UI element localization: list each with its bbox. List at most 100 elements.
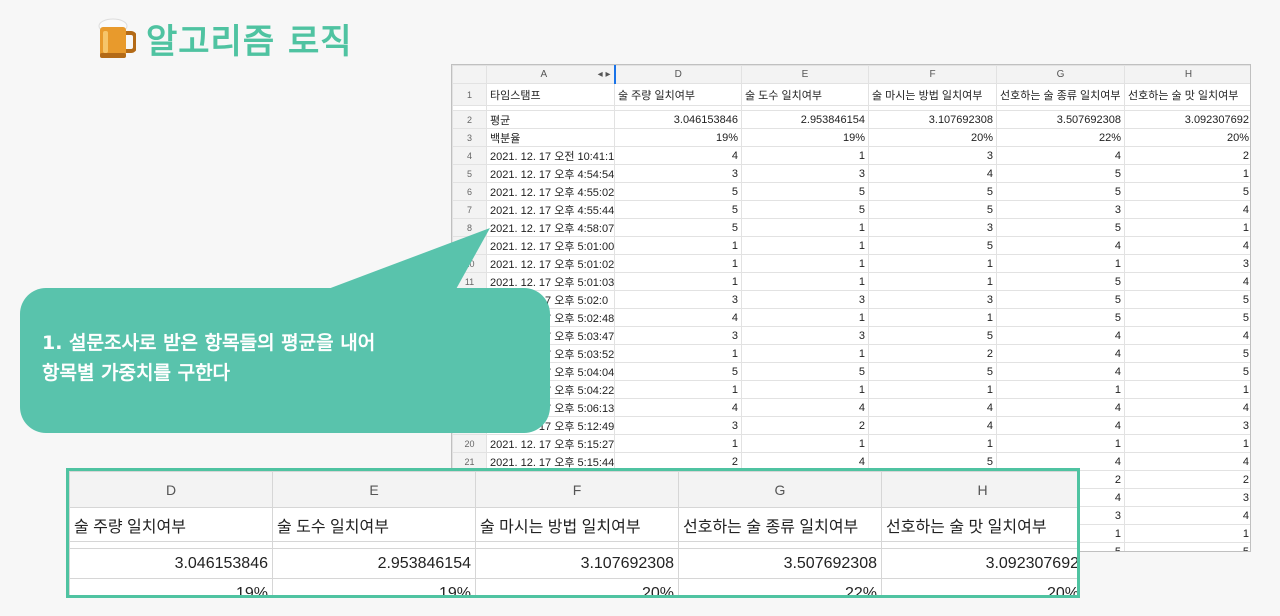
cell[interactable]: 3 xyxy=(1124,416,1250,435)
cell[interactable]: 1 xyxy=(1124,524,1250,543)
cell[interactable]: 1 xyxy=(996,434,1125,453)
row-number[interactable]: 7 xyxy=(452,200,487,219)
cell[interactable]: 19% xyxy=(741,128,869,147)
cell[interactable]: 1 xyxy=(1124,380,1250,399)
cell[interactable]: 1 xyxy=(741,254,869,273)
cell[interactable]: 2021. 12. 17 오후 5:01:02 xyxy=(486,254,615,273)
column-header-h[interactable]: H xyxy=(1124,65,1250,84)
cell[interactable]: 1 xyxy=(741,344,869,363)
column-header-f[interactable]: F xyxy=(868,65,997,84)
row-number[interactable]: 5 xyxy=(452,164,487,183)
cell[interactable]: 선호하는 술 종류 일치여부 xyxy=(996,83,1125,106)
cell[interactable]: 5 xyxy=(1124,362,1250,381)
cell[interactable]: 3 xyxy=(741,326,869,345)
cell[interactable]: 4 xyxy=(996,362,1125,381)
cell[interactable]: 1 xyxy=(741,434,869,453)
cell[interactable]: 3.046153846 xyxy=(614,110,742,129)
cell[interactable]: 5 xyxy=(868,182,997,201)
column-header-g[interactable]: G xyxy=(996,65,1125,84)
cell[interactable]: 타임스탬프 xyxy=(486,83,615,106)
cell[interactable]: 4 xyxy=(1124,326,1250,345)
cell[interactable]: 1 xyxy=(614,236,742,255)
cell[interactable]: 20% xyxy=(868,128,997,147)
cell[interactable]: 1 xyxy=(996,380,1125,399)
column-header-d[interactable]: D xyxy=(613,65,742,84)
cell[interactable]: 5 xyxy=(868,326,997,345)
cell[interactable]: 3 xyxy=(868,146,997,165)
cell[interactable]: 2 xyxy=(741,416,869,435)
cell[interactable]: 4 xyxy=(1124,200,1250,219)
row-number[interactable]: 8 xyxy=(452,218,487,237)
cell[interactable]: 4 xyxy=(868,164,997,183)
cell[interactable]: 3 xyxy=(1124,254,1250,273)
cell[interactable]: 3 xyxy=(614,416,742,435)
cell[interactable]: 5 xyxy=(996,308,1125,327)
column-header-a[interactable]: A ◂ ▸ xyxy=(486,65,615,84)
cell[interactable]: 백분율 xyxy=(486,128,615,147)
cell[interactable]: 4 xyxy=(996,326,1125,345)
cell[interactable]: 2 xyxy=(1124,470,1250,489)
cell[interactable]: 4 xyxy=(1124,506,1250,525)
cell[interactable]: 2021. 12. 17 오후 4:58:07 xyxy=(486,218,615,237)
cell[interactable]: 2021. 12. 17 오후 5:01:00 xyxy=(486,236,615,255)
cell[interactable]: 5 xyxy=(1124,308,1250,327)
cell[interactable]: 1 xyxy=(741,380,869,399)
cell[interactable]: 4 xyxy=(1124,236,1250,255)
cell[interactable]: 술 주량 일치여부 xyxy=(614,83,742,106)
cell[interactable]: 1 xyxy=(1124,164,1250,183)
cell[interactable]: 22% xyxy=(996,128,1125,147)
cell[interactable]: 선호하는 술 맛 일치여부 xyxy=(1124,83,1250,106)
cell[interactable]: 4 xyxy=(614,308,742,327)
cell[interactable]: 4 xyxy=(868,398,997,417)
row-number[interactable]: 2 xyxy=(452,110,487,129)
cell[interactable]: 1 xyxy=(614,344,742,363)
cell[interactable]: 술 마시는 방법 일치여부 xyxy=(868,83,997,106)
cell[interactable]: 2 xyxy=(1124,146,1250,165)
cell[interactable]: 5 xyxy=(741,200,869,219)
cell[interactable]: 1 xyxy=(741,236,869,255)
cell[interactable]: 1 xyxy=(868,272,997,291)
cell[interactable]: 4 xyxy=(1124,398,1250,417)
cell[interactable]: 1 xyxy=(614,380,742,399)
cell[interactable]: 5 xyxy=(1124,542,1250,551)
cell[interactable]: 4 xyxy=(614,146,742,165)
cell[interactable]: 3.507692308 xyxy=(996,110,1125,129)
cell[interactable]: 3 xyxy=(614,290,742,309)
cell[interactable]: 3 xyxy=(868,218,997,237)
row-number[interactable]: 9 xyxy=(452,236,487,255)
cell[interactable]: 5 xyxy=(996,218,1125,237)
cell[interactable]: 술 도수 일치여부 xyxy=(741,83,869,106)
cell[interactable]: 1 xyxy=(996,254,1125,273)
cell[interactable]: 5 xyxy=(996,164,1125,183)
cell[interactable]: 평균 xyxy=(486,110,615,129)
cell[interactable]: 5 xyxy=(741,182,869,201)
cell[interactable]: 4 xyxy=(996,146,1125,165)
row-number[interactable]: 20 xyxy=(452,434,487,453)
cell[interactable]: 2 xyxy=(868,344,997,363)
cell[interactable]: 2021. 12. 17 오후 4:55:44 xyxy=(486,200,615,219)
cell[interactable]: 3 xyxy=(741,290,869,309)
cell[interactable]: 1 xyxy=(614,254,742,273)
column-header-e[interactable]: E xyxy=(741,65,869,84)
cell[interactable]: 3.092307692 xyxy=(1124,110,1250,129)
cell[interactable]: 5 xyxy=(996,182,1125,201)
cell[interactable]: 4 xyxy=(996,398,1125,417)
cell[interactable]: 2021. 12. 17 오전 10:41:1 xyxy=(486,146,615,165)
cell[interactable]: 4 xyxy=(1124,452,1250,471)
cell[interactable]: 2.953846154 xyxy=(741,110,869,129)
cell[interactable]: 1 xyxy=(741,308,869,327)
cell[interactable]: 5 xyxy=(741,362,869,381)
cell[interactable]: 1 xyxy=(1124,434,1250,453)
cell[interactable]: 4 xyxy=(1124,272,1250,291)
cell[interactable]: 5 xyxy=(1124,344,1250,363)
cell[interactable]: 2021. 12. 17 오후 4:54:54 xyxy=(486,164,615,183)
collapse-left-icon[interactable]: ◂ ▸ xyxy=(598,69,611,80)
cell[interactable]: 3.107692308 xyxy=(868,110,997,129)
cell[interactable]: 19% xyxy=(614,128,742,147)
cell[interactable]: 4 xyxy=(996,236,1125,255)
cell[interactable]: 5 xyxy=(868,362,997,381)
cell[interactable]: 1 xyxy=(614,434,742,453)
row-number[interactable]: 6 xyxy=(452,182,487,201)
cell[interactable]: 4 xyxy=(868,416,997,435)
cell[interactable]: 1 xyxy=(868,254,997,273)
